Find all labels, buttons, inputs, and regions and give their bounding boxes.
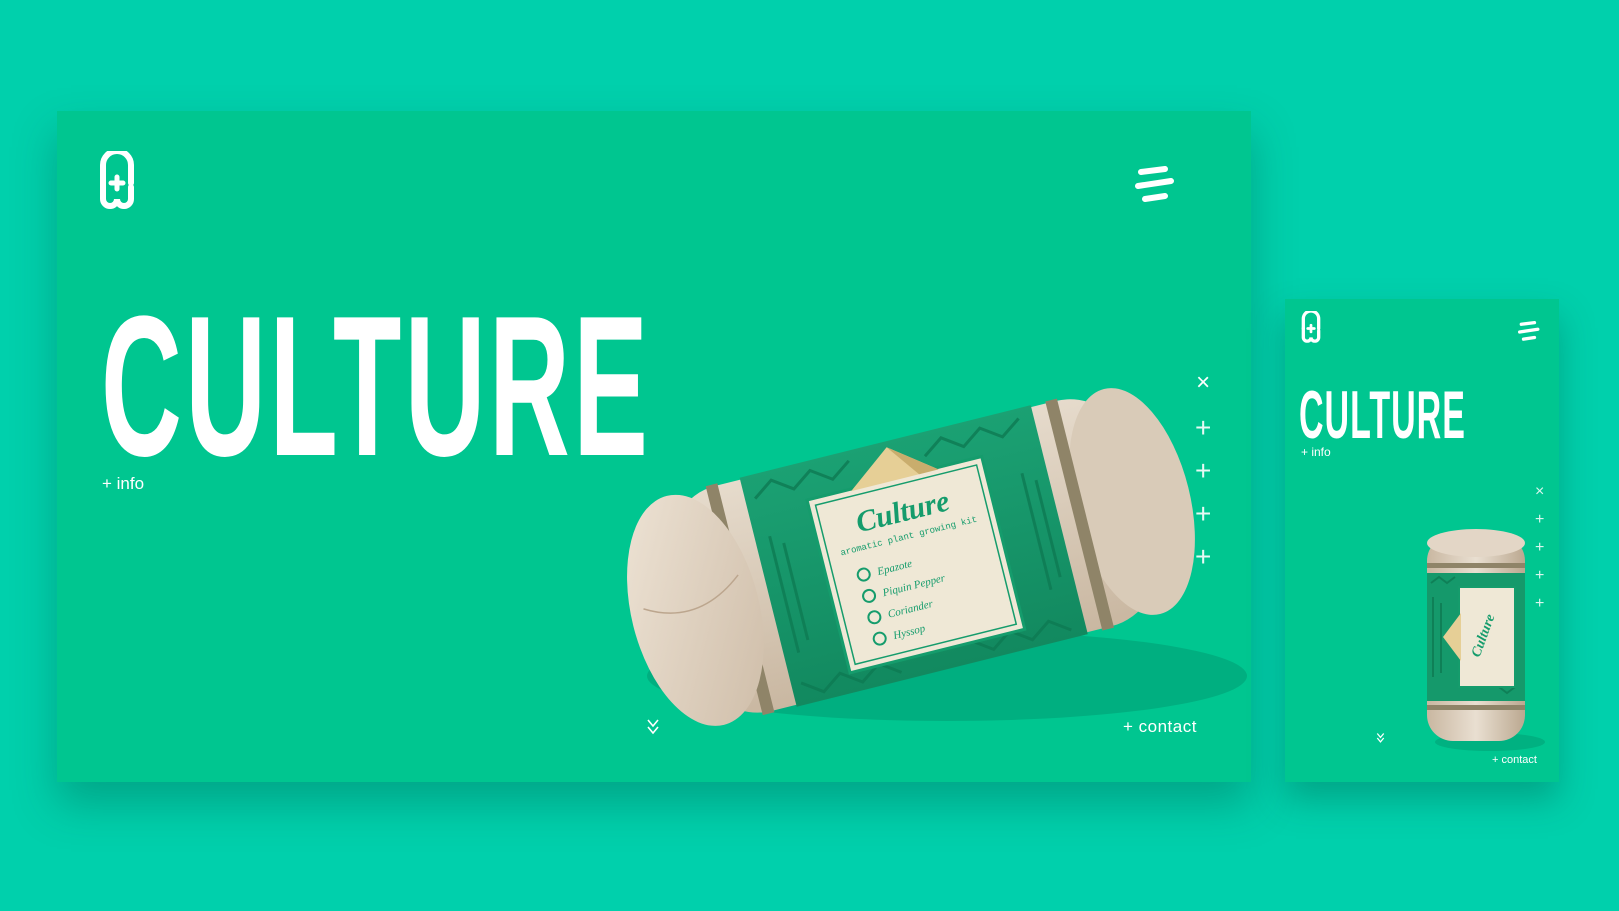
logo-icon[interactable]: [97, 151, 137, 213]
double-chevron-down-icon[interactable]: [1376, 731, 1385, 749]
info-link[interactable]: + info: [1301, 445, 1331, 459]
contact-link[interactable]: + contact: [1492, 754, 1537, 766]
plus-icon[interactable]: +: [1195, 457, 1211, 500]
close-icon[interactable]: ×: [1196, 371, 1210, 414]
contact-link[interactable]: + contact: [1123, 717, 1197, 737]
product-image: Culture: [1427, 529, 1545, 751]
plus-icon[interactable]: +: [1195, 500, 1211, 543]
hero-title: CULTURE: [1299, 377, 1466, 453]
plus-icon[interactable]: +: [1195, 414, 1211, 457]
hero-title: CULTURE: [101, 275, 652, 498]
close-icon[interactable]: ×: [1535, 484, 1544, 512]
double-chevron-down-icon[interactable]: [646, 718, 660, 741]
plus-icon[interactable]: +: [1195, 543, 1211, 586]
slide-nav: × + + + +: [1195, 371, 1211, 586]
menu-icon[interactable]: [1518, 321, 1540, 343]
menu-icon[interactable]: [1135, 166, 1175, 206]
mobile-screen: CULTURE + info × + + + + Culture + conta…: [1285, 299, 1559, 782]
desktop-screen: CULTURE + info Culture aromatic plant gr…: [57, 111, 1251, 782]
logo-icon[interactable]: [1300, 311, 1322, 345]
info-link[interactable]: + info: [102, 474, 144, 494]
